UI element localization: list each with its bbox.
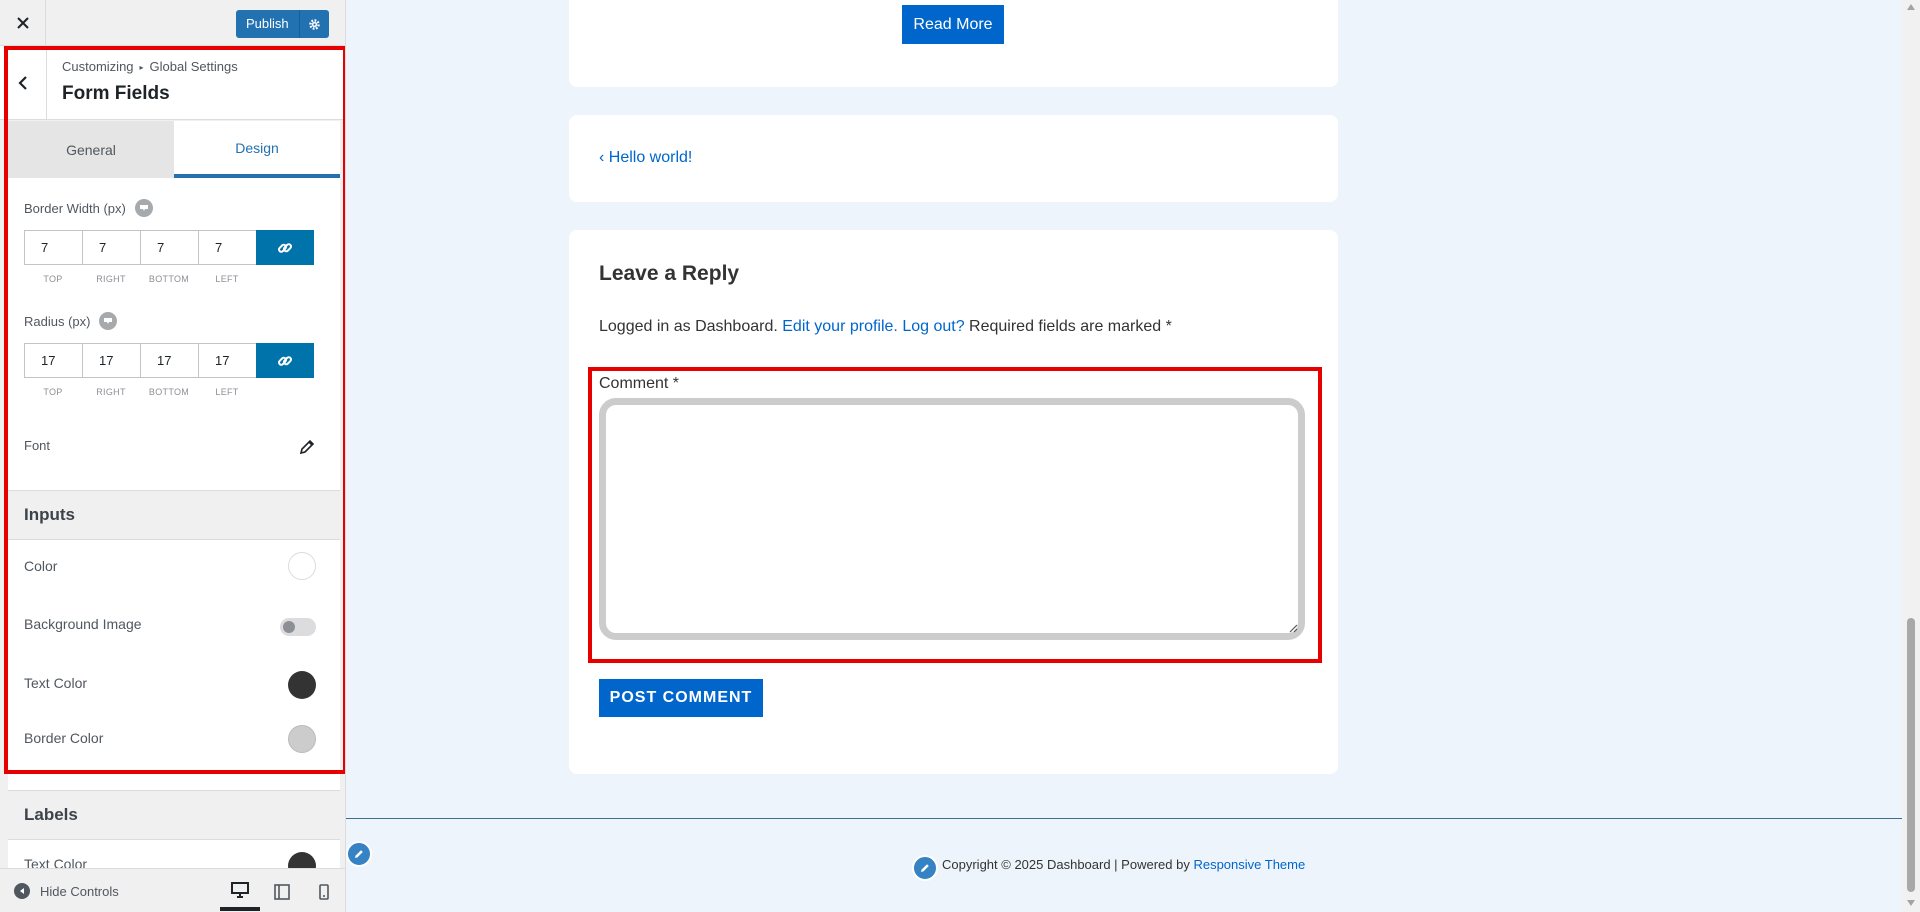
customizer-sidebar: Publish Customizing ▸ Global Settings Form… (0, 0, 346, 912)
border-width-left-input[interactable]: 7 (198, 230, 256, 265)
breadcrumb-separator-icon: ▸ (139, 63, 144, 73)
border-width-bottom-input[interactable]: 7 (140, 230, 198, 265)
font-label: Font (24, 438, 51, 453)
border-width-control-label: Border Width (px) (24, 199, 153, 217)
border-width-inputs: 7 7 7 7 (24, 230, 316, 265)
gear-icon (308, 18, 320, 30)
inputs-text-color-label: Text Color (24, 675, 88, 691)
inputs-color-label: Color (24, 558, 58, 574)
caption-left: LEFT (215, 387, 239, 397)
radius-label: Radius (px) (24, 313, 91, 329)
inputs-group-heading: Inputs (8, 490, 340, 540)
caption-right: RIGHT (96, 274, 126, 284)
radius-control-label: Radius (px) (24, 312, 118, 330)
border-width-captions: TOP RIGHT BOTTOM LEFT (24, 274, 258, 284)
post-comment-button[interactable]: POST COMMENT (599, 679, 763, 717)
caption-right: RIGHT (96, 387, 126, 397)
copyright-text: Copyright © 2025 Dashboard | Powered by (942, 857, 1190, 872)
breadcrumb-root: Customizing (62, 59, 134, 74)
footer-edit-shortcut[interactable] (912, 855, 938, 881)
background-image-toggle[interactable] (280, 618, 316, 636)
inputs-border-color-label: Border Color (24, 730, 104, 746)
tab-general[interactable]: General (8, 121, 174, 178)
help-icon[interactable] (99, 312, 118, 330)
logged-in-text: Logged in as Dashboard. (599, 318, 778, 335)
breadcrumb: Customizing ▸ Global Settings (62, 59, 238, 74)
breadcrumb-parent: Global Settings (149, 59, 238, 74)
caption-bottom: BOTTOM (148, 274, 190, 284)
previous-post-link[interactable]: ‹ Hello world! (599, 149, 692, 167)
back-button[interactable] (0, 46, 47, 120)
pencil-icon (921, 864, 929, 872)
resize-grip-icon[interactable] (1288, 623, 1298, 633)
pencil-icon (299, 439, 315, 455)
publish-group: Publish (236, 10, 329, 38)
customizer-header: Publish (0, 0, 345, 46)
section-tabs: General Design (8, 121, 340, 178)
radius-link-button[interactable] (256, 343, 314, 378)
caption-left: LEFT (215, 274, 239, 284)
preview-scrollbar[interactable] (1902, 0, 1920, 912)
section-title: Form Fields (62, 83, 170, 104)
background-image-label: Background Image (24, 616, 142, 632)
font-edit-button[interactable] (298, 438, 316, 459)
radius-right-input[interactable]: 17 (82, 343, 140, 378)
site-preview: Read More ‹ Hello world! Leave a Reply L… (346, 0, 1920, 912)
help-icon[interactable] (134, 199, 153, 217)
sidebar-edit-shortcut[interactable] (346, 841, 372, 867)
post-card: Read More (569, 0, 1338, 87)
radius-top-input[interactable]: 17 (24, 343, 82, 378)
theme-link[interactable]: Responsive Theme (1193, 857, 1305, 872)
logout-link[interactable]: Log out? (902, 318, 964, 335)
pencil-icon (355, 850, 363, 858)
border-width-link-button[interactable] (256, 230, 314, 265)
desktop-icon (231, 882, 249, 898)
required-fields-note: Required fields are marked * (969, 318, 1172, 335)
tab-design[interactable]: Design (174, 121, 340, 178)
link-icon (277, 242, 293, 253)
footer-divider (346, 818, 1902, 819)
tablet-icon (274, 884, 290, 900)
close-icon (16, 16, 29, 29)
link-icon (277, 355, 293, 366)
mobile-icon (319, 884, 329, 900)
inputs-text-color-swatch[interactable] (288, 671, 316, 699)
radius-left-input[interactable]: 17 (198, 343, 256, 378)
hide-controls-label: Hide Controls (40, 883, 119, 899)
read-more-button[interactable]: Read More (902, 5, 1004, 44)
comment-textarea[interactable] (599, 398, 1305, 640)
radius-captions: TOP RIGHT BOTTOM LEFT (24, 387, 258, 397)
scroll-thumb[interactable] (1907, 618, 1915, 892)
inputs-border-color-swatch[interactable] (288, 725, 316, 753)
comment-label: Comment * (599, 375, 680, 392)
scroll-up-icon[interactable] (1906, 2, 1916, 12)
footer-copyright: Copyright © 2025 Dashboard | Powered by … (942, 857, 1305, 872)
preview-tablet-button[interactable] (262, 873, 302, 911)
close-customizer-button[interactable] (0, 0, 46, 45)
logged-in-line: Logged in as Dashboard. Edit your profil… (599, 318, 1172, 336)
caption-bottom: BOTTOM (148, 387, 190, 397)
publish-settings-button[interactable] (298, 10, 329, 38)
edit-profile-link[interactable]: Edit your profile. (782, 318, 898, 335)
radius-bottom-input[interactable]: 17 (140, 343, 198, 378)
publish-button[interactable]: Publish (236, 10, 299, 38)
reply-title: Leave a Reply (599, 262, 740, 285)
scroll-down-icon[interactable] (1906, 898, 1916, 908)
caption-top: TOP (43, 387, 63, 397)
collapse-icon (14, 883, 30, 899)
preview-mobile-button[interactable] (304, 873, 344, 911)
customizer-footer: Hide Controls (0, 868, 345, 912)
caption-top: TOP (43, 274, 63, 284)
border-width-right-input[interactable]: 7 (82, 230, 140, 265)
design-panel: Border Width (px) 7 7 7 7 TOP RIGHT BOTT… (8, 178, 340, 880)
border-width-top-input[interactable]: 7 (24, 230, 82, 265)
border-width-label: Border Width (px) (24, 200, 126, 216)
radius-inputs: 17 17 17 17 (24, 343, 316, 378)
inputs-color-swatch[interactable] (288, 552, 316, 580)
preview-desktop-button[interactable] (220, 873, 260, 911)
labels-group-heading: Labels (8, 790, 340, 840)
hide-controls-button[interactable]: Hide Controls (14, 883, 119, 899)
section-header: Customizing ▸ Global Settings Form Fields (0, 46, 345, 120)
chevron-left-icon (18, 76, 27, 90)
